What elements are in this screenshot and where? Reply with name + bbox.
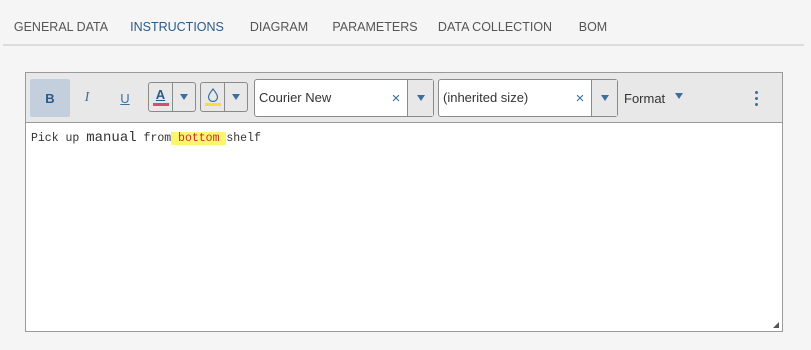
underline-button[interactable]: U	[112, 79, 138, 117]
clear-font-family-icon[interactable]: ×	[385, 80, 407, 116]
tab-parameters[interactable]: PARAMETERS	[330, 0, 420, 46]
editor-content[interactable]: Pick up manual from bottom shelf	[26, 124, 782, 331]
tab-general-data[interactable]: GENERAL DATA	[5, 0, 117, 46]
tab-data-collection[interactable]: DATA COLLECTION	[432, 0, 558, 46]
font-family-dropdown[interactable]	[407, 80, 433, 116]
font-family-select[interactable]: Courier New ×	[254, 79, 434, 117]
rich-text-editor: B I U A Courier New × (inherited size) ×…	[25, 72, 783, 332]
caret-down-icon	[180, 94, 188, 100]
caret-down-icon	[675, 93, 684, 99]
caret-down-icon	[232, 94, 240, 100]
text-segment-larger: manual	[86, 130, 137, 146]
background-color-button[interactable]	[201, 83, 225, 111]
font-color-dropdown[interactable]	[173, 83, 195, 111]
background-color-picker	[200, 82, 248, 112]
font-color-picker: A	[148, 82, 196, 112]
editor-toolbar: B I U A Courier New × (inherited size) ×…	[26, 73, 782, 123]
font-color-icon: A	[155, 87, 166, 102]
font-family-value: Courier New	[259, 90, 332, 105]
background-color-dropdown[interactable]	[225, 83, 247, 111]
format-dropdown[interactable]: Format	[624, 79, 684, 117]
text-segment: shelf	[226, 132, 261, 145]
font-color-button[interactable]: A	[149, 83, 173, 111]
background-color-indicator	[204, 103, 221, 106]
caret-down-icon	[416, 95, 425, 101]
resize-handle[interactable]	[773, 322, 779, 328]
tab-bom[interactable]: BOM	[570, 0, 616, 46]
text-segment: Pick up	[31, 132, 87, 145]
font-size-value: (inherited size)	[443, 90, 529, 105]
italic-button[interactable]: I	[74, 79, 100, 117]
text-segment: from	[136, 132, 172, 145]
tab-diagram[interactable]: DIAGRAM	[240, 0, 318, 46]
drop-icon	[207, 88, 218, 102]
more-options-icon[interactable]	[748, 79, 764, 117]
font-size-select[interactable]: (inherited size) ×	[438, 79, 618, 117]
font-color-indicator	[152, 103, 169, 106]
font-size-dropdown[interactable]	[591, 80, 617, 116]
tab-bar: GENERAL DATA INSTRUCTIONS DIAGRAM PARAME…	[0, 0, 811, 46]
highlighted-text: bottom	[171, 132, 227, 145]
format-label: Format	[624, 90, 666, 106]
clear-font-size-icon[interactable]: ×	[569, 80, 591, 116]
bold-button[interactable]: B	[30, 79, 70, 117]
tab-instructions[interactable]: INSTRUCTIONS	[119, 0, 235, 46]
caret-down-icon	[600, 95, 609, 101]
tab-bar-divider	[3, 44, 804, 46]
